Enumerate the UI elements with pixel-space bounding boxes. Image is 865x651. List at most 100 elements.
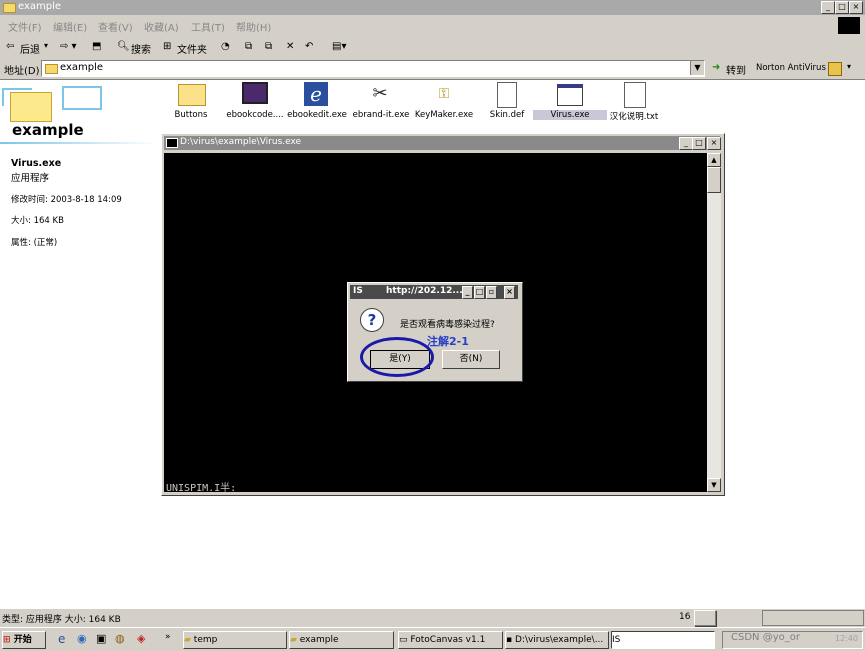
menu-help[interactable]: 帮助(H) — [236, 19, 271, 34]
scroll-down-button[interactable]: ▼ — [707, 478, 721, 492]
task-temp[interactable]: ▰ temp — [183, 631, 287, 649]
task-label: example — [299, 635, 339, 645]
folder-icon — [178, 84, 206, 106]
task-is[interactable]: IS — [611, 631, 715, 649]
back-dropdown-icon[interactable]: ▾ — [44, 41, 48, 50]
console-close-button[interactable]: × — [707, 137, 721, 150]
file-label: 汉化说明.txt — [609, 112, 659, 122]
window-titlebar: example _ □ × — [0, 0, 865, 15]
ime-toolbar[interactable] — [762, 610, 864, 626]
file-label: Virus.exe — [533, 110, 607, 120]
file-item-virus[interactable]: Virus.exe — [533, 80, 607, 128]
history-icon[interactable]: ◔ — [221, 41, 230, 52]
console-scrollbar[interactable]: ▲ ▼ — [707, 153, 721, 492]
folder-icon: ▰ — [184, 635, 191, 645]
file-label: Buttons — [174, 110, 208, 120]
address-bar: 地址(D) example ▼ ➜ 转到 Norton AntiVirus ▾ — [0, 59, 865, 80]
windows-logo-icon — [838, 17, 860, 34]
search-button[interactable]: 搜索 — [131, 41, 151, 56]
folder-title: example — [12, 121, 84, 139]
app-icon: ▭ — [399, 635, 408, 645]
file-size: 大小: 164 KB — [11, 216, 64, 226]
text-icon — [624, 82, 646, 108]
dialog-close-button[interactable]: × — [504, 286, 515, 299]
window-icon — [557, 84, 583, 106]
dialog-maximize-button[interactable]: □ — [474, 286, 485, 299]
quicklaunch-flash-icon[interactable]: ◈ — [137, 632, 145, 645]
norton-label[interactable]: Norton AntiVirus — [756, 63, 826, 73]
task-label: temp — [193, 635, 218, 645]
quicklaunch-ie-icon[interactable]: e — [58, 632, 65, 646]
minimize-button[interactable]: _ — [821, 1, 835, 14]
console-icon: ▪ — [506, 635, 513, 645]
back-arrow-icon: ⇦ — [6, 41, 15, 52]
dialog-minimize-button[interactable]: _ — [462, 286, 473, 299]
console-maximize-button[interactable]: □ — [692, 137, 706, 150]
file-label: ebookedit.exe — [287, 110, 347, 120]
file-item-readme[interactable]: 汉化说明.txt — [597, 80, 671, 128]
taskbar: ⊞ 开始 e ◉ ▣ ◍ ◈ » ▰ temp ▰ example ▭ Foto… — [0, 627, 865, 651]
folder-icon — [3, 3, 16, 13]
copy-to-icon[interactable]: ⧉ — [265, 41, 272, 52]
folders-icon: ⊞ — [163, 41, 172, 52]
console-prompt: UNISPIM.I半: — [166, 483, 237, 494]
quicklaunch-desktop-icon[interactable]: ▣ — [96, 632, 106, 645]
quicklaunch-outlook-icon[interactable]: ◉ — [77, 632, 87, 645]
views-icon[interactable]: ▤▾ — [332, 41, 346, 52]
file-item-buttons[interactable]: Buttons — [154, 80, 228, 128]
menu-view[interactable]: 查看(V) — [98, 19, 133, 34]
scroll-thumb[interactable] — [707, 167, 721, 193]
delete-icon[interactable]: ✕ — [286, 41, 294, 52]
window-title: example — [18, 1, 62, 12]
dialog-prefix: IS — [353, 286, 363, 296]
file-item-ebookedit[interactable]: e ebookedit.exe — [280, 80, 354, 128]
clock[interactable]: 12:40 — [835, 634, 858, 643]
status-bar: 类型: 应用程序 大小: 164 KB 16 — [0, 608, 865, 627]
move-to-icon[interactable]: ⧉ — [245, 41, 252, 52]
dialog-message: 是否观看病毒感染过程? — [400, 320, 495, 330]
go-button[interactable]: 转到 — [726, 62, 746, 77]
forward-button[interactable]: ⇨ ▾ — [60, 41, 77, 52]
file-modified: 修改时间: 2003-8-18 14:09 — [11, 195, 122, 205]
console-title: D:\virus\example\Virus.exe — [180, 137, 302, 147]
close-button[interactable]: × — [849, 1, 863, 14]
menu-favorites[interactable]: 收藏(A) — [144, 19, 179, 34]
task-fotocanvas[interactable]: ▭ FotoCanvas v1.1 — [398, 631, 503, 649]
quicklaunch-app-icon[interactable]: ◍ — [115, 632, 125, 645]
up-folder-icon[interactable]: ⬒ — [92, 41, 101, 52]
dialog-restore-button[interactable]: ▫ — [486, 286, 497, 299]
folder-icon — [45, 64, 58, 74]
menu-tools[interactable]: 工具(T) — [191, 19, 225, 34]
question-icon: ? — [360, 308, 384, 332]
menu-bar: 文件(F) 编辑(E) 查看(V) 收藏(A) 工具(T) 帮助(H) — [0, 15, 865, 38]
task-example[interactable]: ▰ example — [289, 631, 394, 649]
quicklaunch-expand-icon[interactable]: » — [165, 632, 171, 642]
norton-icon[interactable] — [828, 62, 842, 76]
file-name: Virus.exe — [11, 158, 62, 169]
status-zone-number: 16 — [679, 612, 691, 622]
address-input[interactable]: example ▼ — [41, 60, 705, 77]
norton-dropdown-icon[interactable]: ▾ — [847, 62, 851, 71]
system-tray: CSDN @yo_or 12:40 — [722, 631, 863, 649]
document-icon — [497, 82, 517, 108]
go-arrow-icon: ➜ — [712, 62, 721, 73]
task-label: D:\virus\example\... — [514, 635, 604, 645]
search-icon: 🔍︎ — [117, 41, 130, 52]
console-icon — [166, 138, 178, 148]
scroll-up-button[interactable]: ▲ — [707, 153, 721, 167]
ime-icon[interactable] — [694, 610, 716, 626]
folders-button[interactable]: 文件夹 — [177, 41, 207, 56]
folder-graphic-icon — [2, 84, 102, 122]
console-minimize-button[interactable]: _ — [679, 137, 693, 150]
maximize-button[interactable]: □ — [835, 1, 849, 14]
watermark-text: CSDN @yo_or — [731, 632, 800, 643]
start-button[interactable]: ⊞ 开始 — [2, 631, 46, 649]
undo-icon[interactable]: ↶ — [305, 41, 313, 52]
address-dropdown-button[interactable]: ▼ — [690, 61, 704, 75]
no-button[interactable]: 否(N) — [442, 350, 500, 369]
menu-edit[interactable]: 编辑(E) — [53, 19, 87, 34]
back-button[interactable]: 后退 — [20, 41, 40, 56]
menu-file[interactable]: 文件(F) — [8, 19, 42, 34]
file-attributes: 属性: (正常) — [11, 238, 58, 248]
task-console[interactable]: ▪ D:\virus\example\... — [505, 631, 609, 649]
